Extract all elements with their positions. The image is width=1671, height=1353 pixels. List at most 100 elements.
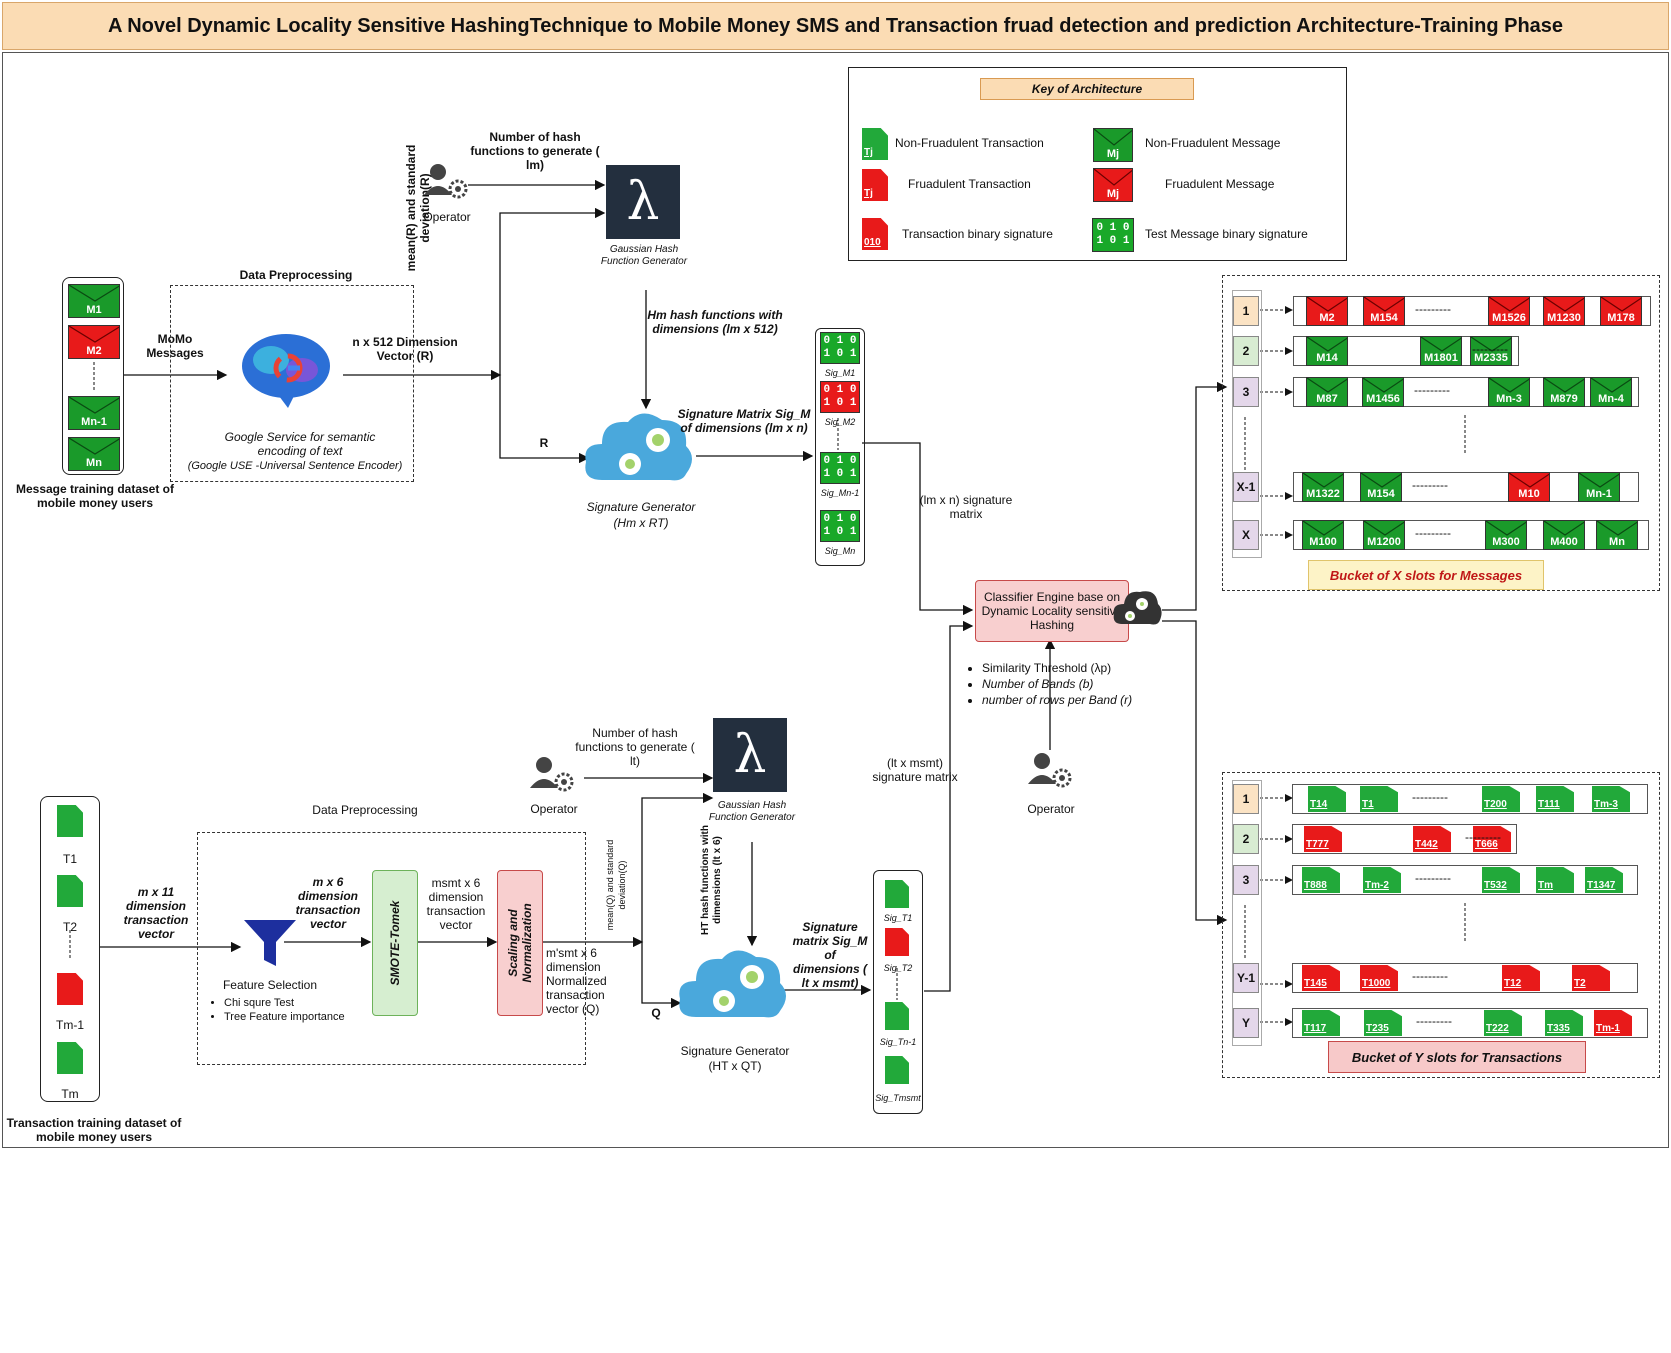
scaling-box: Scaling and Normalization: [497, 870, 543, 1016]
connector-lines: [69, 179, 1466, 1026]
dots-separator: ---------: [1412, 790, 1448, 804]
feature-selection-label: Feature Selection: [222, 978, 318, 992]
bucket_transactions-slot-4: Y: [1233, 1008, 1259, 1038]
bucket_messages-item: Mn-3: [1488, 377, 1530, 407]
lambda-icon: λ: [713, 718, 787, 792]
mean-std-q-label: mean(Q) and standard deviation(Q): [605, 839, 627, 931]
sig-gen-label-t: Signature Generator: [680, 1044, 790, 1058]
message-m1-icon: M1: [68, 284, 120, 318]
bucket_messages-slot-0: 1: [1233, 296, 1259, 326]
sig-matrix-out-t: (lt x msmt) signature matrix: [872, 756, 958, 784]
bucket_transactions-item: T2: [1572, 965, 1610, 991]
bucket_messages-item: M1230: [1543, 296, 1585, 326]
key-non-fraud-message: Non-Fruadulent Message: [1145, 136, 1281, 150]
bucket_transactions-item: T117: [1302, 1010, 1340, 1036]
param-rows: number of rows per Band (r): [982, 692, 1182, 708]
svg-text:λ: λ: [627, 172, 660, 232]
bucket_transactions-slot-3: Y-1: [1233, 963, 1259, 993]
bucket_messages-item: M1801: [1420, 336, 1462, 366]
sig-matrix-label-t: Signature matrix Sig_M of dimensions ( l…: [792, 920, 868, 990]
bucket_messages-item: M154: [1360, 472, 1402, 502]
bucket_messages-item: Mn-1: [1578, 472, 1620, 502]
transaction-tm-icon: [57, 1042, 83, 1074]
operator-icon: [1028, 753, 1072, 788]
dots-separator: ---------: [1416, 1014, 1452, 1028]
message-bucket-label: Bucket of X slots for Messages: [1308, 560, 1544, 590]
bucket_messages-item: M1456: [1362, 377, 1404, 407]
message-m2-icon: M2: [68, 325, 120, 359]
hm-label: Hm hash functions with dimensions (lm x …: [647, 308, 783, 336]
transaction-preprocessing-title: Data Preprocessing: [312, 803, 418, 817]
sig-mn-binary: 0 1 01 0 1: [820, 510, 860, 542]
transaction-bucket-label: Bucket of Y slots for Transactions: [1328, 1041, 1586, 1073]
message-mn-1-icon: Mn-1: [68, 396, 120, 430]
bucket_messages-item: Mn: [1596, 520, 1638, 550]
fraud-transaction-icon: Tj: [862, 169, 888, 201]
bucket_transactions-slot-0: 1: [1233, 784, 1259, 814]
bucket_transactions-item: T14: [1308, 786, 1346, 812]
num-hash-label-m: Number of hash functions to generate ( l…: [470, 130, 600, 172]
bucket_messages-item: M178: [1600, 296, 1642, 326]
classifier-params: Similarity Threshold (λp) Number of Band…: [966, 660, 1182, 708]
bucket_messages-item: M87: [1306, 377, 1348, 407]
lambda-icon: λ: [606, 165, 680, 239]
bucket_messages-item: Mn-4: [1590, 377, 1632, 407]
bucket_transactions-item: T1347: [1585, 867, 1623, 893]
operator-label-3: Operator: [1027, 802, 1075, 816]
r-label: R: [539, 436, 549, 450]
message-slot-column: [1232, 290, 1262, 558]
fraud-message-icon: Mj: [1093, 168, 1133, 202]
feature-chi: Chi squre Test: [224, 996, 394, 1010]
bucket_transactions-slot-2: 3: [1233, 865, 1259, 895]
dots-separator: ---------: [1415, 526, 1451, 540]
dots-separator: ---------: [1472, 342, 1508, 356]
operator-label-2: Operator: [530, 802, 578, 816]
sig-mn-label: Sig_Mn: [824, 546, 856, 556]
dots-separator: ---------: [1415, 871, 1451, 885]
bucket_messages-item: M1322: [1302, 472, 1344, 502]
bucket_transactions-item: Tm-1: [1594, 1010, 1632, 1036]
smote-box: SMOTE-Tomek: [372, 870, 418, 1016]
non-fraud-message-icon: Mj: [1093, 128, 1133, 162]
transaction-slot-column: [1232, 780, 1262, 1046]
key-non-fraud-transaction: Non-Fruadulent Transaction: [895, 136, 1044, 150]
bucket_transactions-item: T235: [1364, 1010, 1402, 1036]
sig-t2-label: Sig_T2: [883, 963, 913, 973]
transaction-tm-label: Tm: [61, 1087, 79, 1101]
param-threshold: Similarity Threshold (λp): [982, 660, 1182, 676]
bucket_messages-item: M100: [1302, 520, 1344, 550]
transaction-t1-icon: [57, 805, 83, 837]
sig-matrix-label-m: Signature Matrix Sig_M of dimensions (lm…: [677, 407, 811, 435]
transaction-t1-label: T1: [62, 852, 77, 866]
bucket_messages-item: M300: [1485, 520, 1527, 550]
transaction-t2-label: T2: [62, 920, 77, 934]
gears-cloud-icon: [1113, 591, 1162, 625]
brain-icon: [242, 334, 330, 408]
bucket_messages-slot-3: X-1: [1233, 472, 1259, 502]
key-fraud-transaction: Fruadulent Transaction: [908, 177, 1031, 191]
sig-matrix-out-m: (lm x n) signature matrix: [919, 493, 1013, 521]
transaction-dataset-label: Transaction training dataset of mobile m…: [6, 1116, 182, 1144]
bucket_messages-item: M879: [1543, 377, 1585, 407]
scaling-label: Scaling and Normalization: [506, 903, 534, 983]
transaction-t2-icon: [57, 875, 83, 907]
sig-tm-label: Sig_Tmsmt: [875, 1093, 921, 1103]
bucket_transactions-item: T335: [1545, 1010, 1583, 1036]
bucket_messages-slot-4: X: [1233, 520, 1259, 550]
sig-gen-formula-t: (HT x QT): [708, 1059, 762, 1073]
cloud-gears-icon: [679, 950, 786, 1018]
operator-icon: [424, 164, 468, 199]
bucket_transactions-item: Tm-2: [1363, 867, 1401, 893]
sig-gen-formula-m: (Hm x RT): [613, 516, 669, 530]
key-title: Key of Architecture: [980, 78, 1194, 100]
transaction-tm-1-icon: [57, 973, 83, 1005]
classifier-engine: Classifier Engine base on Dynamic Locali…: [975, 580, 1129, 642]
sig-t1-label: Sig_T1: [883, 913, 913, 923]
dots-separator: ---------: [1412, 969, 1448, 983]
bucket_transactions-item: T222: [1484, 1010, 1522, 1036]
transaction-tm-1-label: Tm-1: [56, 1018, 84, 1032]
dimension-vector-label: n x 512 Dimension Vector (R): [352, 335, 458, 363]
bucket_transactions-item: T1000: [1360, 965, 1398, 991]
sig-m2-label: Sig_M2: [824, 417, 856, 427]
bucket_messages-item: M1200: [1363, 520, 1405, 550]
